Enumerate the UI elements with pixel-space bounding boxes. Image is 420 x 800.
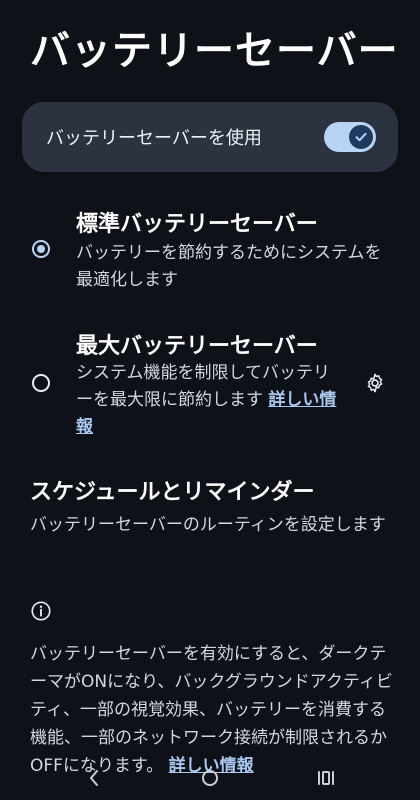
radio-max-saver[interactable] bbox=[32, 374, 50, 392]
back-icon[interactable] bbox=[80, 766, 108, 790]
schedule-and-reminders-item[interactable]: スケジュールとリマインダー バッテリーセーバーのルーティンを設定します bbox=[30, 474, 390, 539]
option-standard-saver[interactable]: 標準バッテリーセーバー バッテリーを節約するためにシステムを最適化します bbox=[0, 204, 420, 304]
option-max-saver[interactable]: 最大バッテリーセーバー システム機能を制限してバッテリーを最大限に節約します 詳… bbox=[0, 326, 420, 446]
info-icon bbox=[30, 600, 52, 622]
recents-icon[interactable] bbox=[312, 766, 340, 790]
master-switch-label: バッテリーセーバーを使用 bbox=[46, 128, 262, 149]
radio-standard-saver[interactable] bbox=[32, 240, 50, 258]
home-icon[interactable] bbox=[196, 766, 224, 790]
option-title: 最大バッテリーセーバー bbox=[76, 334, 318, 359]
gear-icon[interactable] bbox=[364, 372, 386, 394]
schedule-description: バッテリーセーバーのルーティンを設定します bbox=[30, 515, 386, 535]
check-icon bbox=[349, 125, 373, 149]
battery-saver-screen: バッテリーセーバー バッテリーセーバーを使用 標準バッテリーセーバー バッテリー… bbox=[0, 0, 420, 800]
option-description: バッテリーを節約するためにシステムを最適化します bbox=[76, 243, 382, 290]
system-navigation-bar bbox=[0, 760, 420, 800]
option-title: 標準バッテリーセーバー bbox=[76, 212, 318, 237]
master-toggle[interactable] bbox=[324, 122, 376, 152]
page-title: バッテリーセーバー bbox=[30, 28, 399, 74]
option-description: システム機能を制限してバッテリーを最大限に節約します 詳しい情報 bbox=[76, 360, 346, 441]
schedule-title: スケジュールとリマインダー bbox=[30, 480, 315, 505]
battery-saver-master-switch-row[interactable]: バッテリーセーバーを使用 bbox=[22, 102, 398, 172]
footer-info-text: バッテリーセーバーを有効にすると、ダークテーマがONになり、バックグラウンドアク… bbox=[30, 640, 396, 780]
